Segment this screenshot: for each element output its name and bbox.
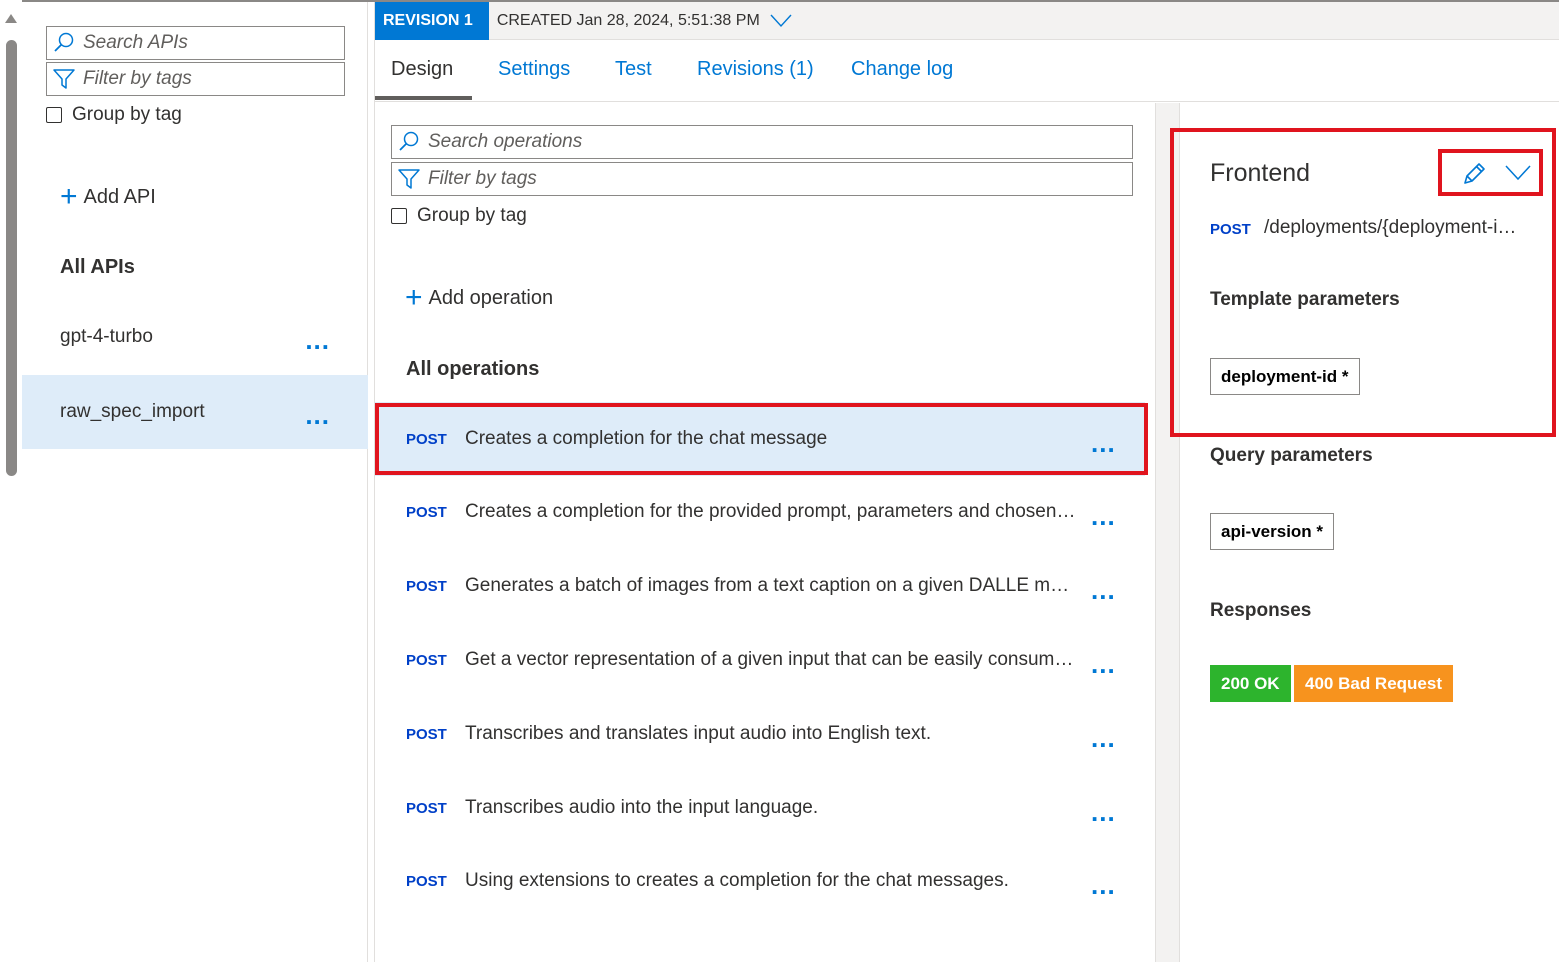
more-options-icon[interactable]: ... bbox=[1091, 872, 1116, 898]
tab-design[interactable]: Design bbox=[391, 58, 453, 81]
filter-icon bbox=[47, 63, 77, 95]
http-verb-badge: POST bbox=[406, 577, 447, 595]
scroll-up-arrow-icon[interactable] bbox=[5, 14, 17, 23]
responses-heading: Responses bbox=[1210, 600, 1312, 621]
http-verb-badge: POST bbox=[406, 651, 447, 669]
group-by-tag-checkbox[interactable] bbox=[391, 208, 407, 224]
operation-description: Generates a batch of images from a text … bbox=[465, 575, 1077, 596]
edit-pencil-icon[interactable] bbox=[1461, 161, 1487, 187]
more-options-icon[interactable]: ... bbox=[1091, 503, 1116, 529]
search-apis-input[interactable] bbox=[77, 27, 344, 59]
template-parameters-heading: Template parameters bbox=[1210, 289, 1400, 310]
group-by-tag-label: Group by tag bbox=[417, 205, 527, 226]
more-options-icon[interactable]: ... bbox=[305, 402, 330, 428]
scrollbar-thumb[interactable] bbox=[6, 40, 17, 476]
query-parameters-heading: Query parameters bbox=[1210, 445, 1373, 466]
response-200-ok-badge[interactable]: 200 OK bbox=[1210, 665, 1291, 702]
revision-badge[interactable]: REVISION 1 bbox=[375, 1, 489, 40]
http-verb-badge: POST bbox=[406, 503, 447, 521]
group-by-tag-apis[interactable]: Group by tag bbox=[46, 104, 182, 126]
frontend-title: Frontend bbox=[1210, 159, 1311, 187]
http-verb-badge: POST bbox=[406, 872, 447, 890]
pane-divider bbox=[368, 2, 375, 962]
filter-operations-input[interactable] bbox=[422, 163, 1132, 195]
api-list-pane: Group by tag + Add API All APIs gpt-4-tu… bbox=[22, 2, 368, 962]
pane-splitter[interactable] bbox=[1156, 103, 1180, 962]
operation-description: Creates a completion for the chat messag… bbox=[465, 428, 828, 449]
search-operations-box[interactable] bbox=[391, 125, 1133, 159]
plus-icon: + bbox=[60, 180, 78, 213]
operation-row[interactable]: POST Get a vector representation of a gi… bbox=[375, 623, 1145, 697]
filter-operations-box[interactable] bbox=[391, 162, 1133, 196]
chevron-down-icon[interactable] bbox=[1505, 165, 1531, 181]
add-api-label: Add API bbox=[83, 185, 156, 208]
filter-apis-input[interactable] bbox=[77, 63, 344, 95]
group-by-tag-operations[interactable]: Group by tag bbox=[391, 205, 527, 227]
http-verb-badge: POST bbox=[406, 725, 447, 743]
operation-url-path: /deployments/{deployment-id}/chat/comple… bbox=[1264, 217, 1526, 238]
search-icon bbox=[392, 126, 422, 158]
search-icon bbox=[47, 27, 77, 59]
all-operations-heading[interactable]: All operations bbox=[406, 358, 539, 381]
query-parameter-chip[interactable]: api-version * bbox=[1210, 513, 1335, 550]
filter-icon bbox=[392, 163, 422, 195]
add-operation-button[interactable]: + Add operation bbox=[405, 283, 553, 313]
operation-row[interactable]: POST Using extensions to creates a compl… bbox=[375, 844, 1145, 918]
operation-description: Transcribes audio into the input languag… bbox=[465, 797, 819, 818]
api-item-gpt-4-turbo[interactable]: gpt-4-turbo ... bbox=[22, 300, 368, 374]
more-options-icon[interactable]: ... bbox=[1091, 725, 1116, 751]
api-item-raw-spec-import[interactable]: raw_spec_import ... bbox=[22, 375, 368, 449]
add-operation-label: Add operation bbox=[428, 286, 554, 309]
plus-icon: + bbox=[405, 281, 423, 314]
response-400-bad-request-badge[interactable]: 400 Bad Request bbox=[1294, 665, 1453, 702]
filter-apis-box[interactable] bbox=[46, 62, 345, 96]
http-verb-badge: POST bbox=[406, 799, 447, 817]
operation-description: Get a vector representation of a given i… bbox=[465, 649, 1077, 670]
active-tab-indicator bbox=[375, 96, 472, 100]
operations-pane: Group by tag + Add operation All operati… bbox=[375, 103, 1156, 962]
revision-bar: REVISION 1 CREATED Jan 28, 2024, 5:51:38… bbox=[375, 1, 1559, 40]
http-verb-badge: POST bbox=[1210, 221, 1251, 238]
api-item-name: raw_spec_import bbox=[60, 401, 205, 422]
chevron-down-icon[interactable] bbox=[770, 14, 792, 28]
left-scrollbar[interactable] bbox=[0, 0, 22, 962]
group-by-tag-checkbox[interactable] bbox=[46, 107, 62, 123]
tab-test[interactable]: Test bbox=[615, 58, 652, 81]
operation-row[interactable]: POST Creates a completion for the provid… bbox=[375, 475, 1145, 549]
operation-description: Creates a completion for the provided pr… bbox=[465, 501, 1077, 522]
api-item-name: gpt-4-turbo bbox=[60, 326, 153, 347]
add-api-button[interactable]: + Add API bbox=[60, 182, 156, 212]
http-verb-badge: POST bbox=[406, 430, 447, 448]
operation-row[interactable]: POST Creates a completion for the chat m… bbox=[375, 402, 1145, 476]
revision-created-date: CREATED Jan 28, 2024, 5:51:38 PM bbox=[496, 11, 760, 29]
more-options-icon[interactable]: ... bbox=[1091, 577, 1116, 603]
template-parameter-chip[interactable]: deployment-id * bbox=[1210, 358, 1360, 395]
frontend-pane: Frontend POST /deployments/{deployment-i… bbox=[1181, 103, 1559, 962]
tab-settings[interactable]: Settings bbox=[498, 58, 570, 81]
search-operations-input[interactable] bbox=[422, 126, 1132, 158]
tab-revisions[interactable]: Revisions (1) bbox=[697, 58, 814, 81]
operation-description: Using extensions to creates a completion… bbox=[465, 870, 1009, 891]
more-options-icon[interactable]: ... bbox=[1091, 430, 1116, 456]
operation-row[interactable]: POST Transcribes and translates input au… bbox=[375, 697, 1145, 771]
all-apis-heading[interactable]: All APIs bbox=[60, 256, 135, 279]
operation-row[interactable]: POST Transcribes audio into the input la… bbox=[375, 771, 1145, 845]
operation-description: Transcribes and translates input audio i… bbox=[465, 723, 932, 744]
search-apis-box[interactable] bbox=[46, 26, 345, 60]
tab-change-log[interactable]: Change log bbox=[851, 58, 953, 81]
more-options-icon[interactable]: ... bbox=[305, 327, 330, 353]
tab-bar: Design Settings Test Revisions (1) Chang… bbox=[375, 40, 1559, 102]
more-options-icon[interactable]: ... bbox=[1091, 799, 1116, 825]
group-by-tag-label: Group by tag bbox=[72, 104, 182, 125]
more-options-icon[interactable]: ... bbox=[1091, 651, 1116, 677]
operation-row[interactable]: POST Generates a batch of images from a … bbox=[375, 549, 1145, 623]
